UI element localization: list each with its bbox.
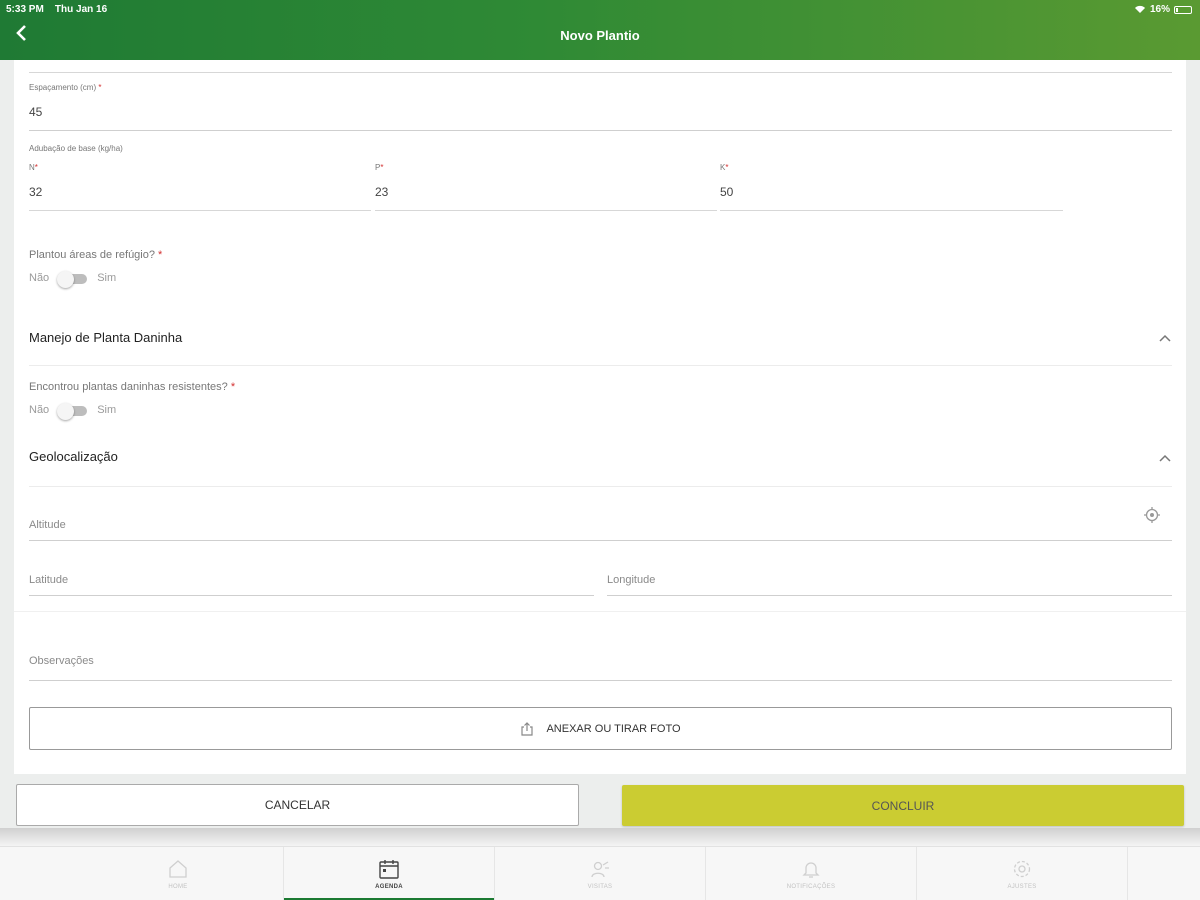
required-mark: * xyxy=(230,381,236,393)
required-mark: * xyxy=(98,83,102,92)
refuge-toggle[interactable] xyxy=(57,271,89,288)
required-mark: * xyxy=(34,163,38,172)
toggle-off-label: Não xyxy=(29,272,50,284)
status-date: Thu Jan 16 xyxy=(54,4,108,15)
divider xyxy=(29,486,1172,487)
toggle-knob xyxy=(57,271,75,288)
crosshair-location-icon[interactable] xyxy=(1143,506,1161,524)
k-input[interactable]: 50 xyxy=(720,185,733,199)
calendar-icon xyxy=(379,860,399,879)
p-underline xyxy=(375,210,717,211)
divider xyxy=(29,72,1172,73)
spacing-label-text: Espaçamento (cm) xyxy=(29,83,97,92)
longitude-input[interactable]: Longitude xyxy=(607,574,655,586)
tab-visits[interactable]: VISITAS xyxy=(495,847,706,900)
n-underline xyxy=(29,210,371,211)
altitude-input[interactable]: Altitude xyxy=(29,519,66,531)
status-time-date: 5:33 PM Thu Jan 16 xyxy=(6,4,107,15)
divider xyxy=(29,365,1172,366)
cancel-button[interactable]: CANCELAR xyxy=(16,784,579,826)
fertilization-label: Adubação de base (kg/ha) xyxy=(29,144,123,153)
toggle-on-label: Sim xyxy=(97,272,117,284)
tab-agenda[interactable]: AGENDA xyxy=(284,847,495,900)
battery-percent: 16% xyxy=(1149,4,1170,15)
latitude-input[interactable]: Latitude xyxy=(29,574,68,586)
tab-settings-label: AJUSTES xyxy=(1007,884,1037,890)
geo-section-title: Geolocalização xyxy=(29,449,118,464)
spacing-label: Espaçamento (cm) * xyxy=(29,83,102,92)
tab-home-label: HOME xyxy=(168,884,188,890)
p-label: P* xyxy=(375,163,383,172)
gear-icon xyxy=(1013,860,1031,878)
refuge-question-text: Plantou áreas de refúgio? xyxy=(29,249,155,261)
k-label: K* xyxy=(720,163,728,172)
k-underline xyxy=(720,210,1063,211)
status-right: 16% xyxy=(1134,4,1192,15)
bell-icon xyxy=(802,862,820,878)
weed-section-title: Manejo de Planta Daninha xyxy=(29,330,183,345)
n-input[interactable]: 32 xyxy=(29,185,42,199)
tabbar-shadow xyxy=(0,828,1200,846)
attach-photo-label: ANEXAR OU TIRAR FOTO xyxy=(546,722,681,735)
tab-home[interactable]: HOME xyxy=(73,847,284,900)
toggle-knob xyxy=(57,403,75,420)
home-icon xyxy=(169,860,187,878)
tab-visits-label: VISITAS xyxy=(587,884,613,890)
n-label: N* xyxy=(29,163,38,172)
weed-resistant-question-text: Encontrou plantas daninhas resistentes? xyxy=(29,381,228,393)
tab-settings[interactable]: AJUSTES xyxy=(917,847,1128,900)
required-mark: * xyxy=(380,163,384,172)
battery-icon xyxy=(1174,5,1192,14)
required-mark: * xyxy=(158,249,163,261)
required-mark: * xyxy=(725,163,729,172)
tab-notifications-label: NOTIFICAÇÕES xyxy=(786,884,836,890)
page-title: Novo Plantio xyxy=(560,28,640,43)
weed-resistant-question: Encontrou plantas daninhas resistentes? … xyxy=(29,381,235,393)
observations-underline xyxy=(29,680,1172,681)
toggle-off-label: Não xyxy=(29,404,50,416)
chevron-up-icon[interactable] xyxy=(1157,450,1173,466)
weed-resistant-toggle[interactable] xyxy=(57,403,89,420)
form-card: Espaçamento (cm) * 45 Adubação de base (… xyxy=(14,60,1186,774)
longitude-underline xyxy=(607,595,1172,596)
tab-notifications[interactable]: NOTIFICAÇÕES xyxy=(706,847,917,900)
wifi-icon xyxy=(1134,5,1145,13)
share-upload-icon xyxy=(521,721,534,736)
refuge-toggle-row: Não Sim xyxy=(29,271,117,288)
divider xyxy=(14,611,1186,612)
conclude-button[interactable]: CONCLUIR xyxy=(622,785,1184,826)
p-input[interactable]: 23 xyxy=(375,185,388,199)
chevron-up-icon[interactable] xyxy=(1157,330,1173,346)
tab-agenda-label: AGENDA xyxy=(375,884,403,890)
status-bar: 5:33 PM Thu Jan 16 16% xyxy=(0,0,1200,18)
status-time: 5:33 PM xyxy=(6,4,44,15)
refuge-question: Plantou áreas de refúgio? * xyxy=(29,249,162,261)
spacing-underline xyxy=(29,130,1172,131)
toggle-on-label: Sim xyxy=(97,404,117,416)
spacing-input[interactable]: 45 xyxy=(29,105,42,119)
latitude-underline xyxy=(29,595,594,596)
weed-resistant-toggle-row: Não Sim xyxy=(29,403,117,420)
attach-photo-button[interactable]: ANEXAR OU TIRAR FOTO xyxy=(29,707,1172,750)
tab-bar: HOME AGENDA VISITAS NOTIFICAÇÕES AJUSTES xyxy=(0,846,1200,900)
observations-input[interactable]: Observações xyxy=(29,655,94,667)
altitude-underline xyxy=(29,540,1172,541)
visits-icon xyxy=(591,861,609,878)
